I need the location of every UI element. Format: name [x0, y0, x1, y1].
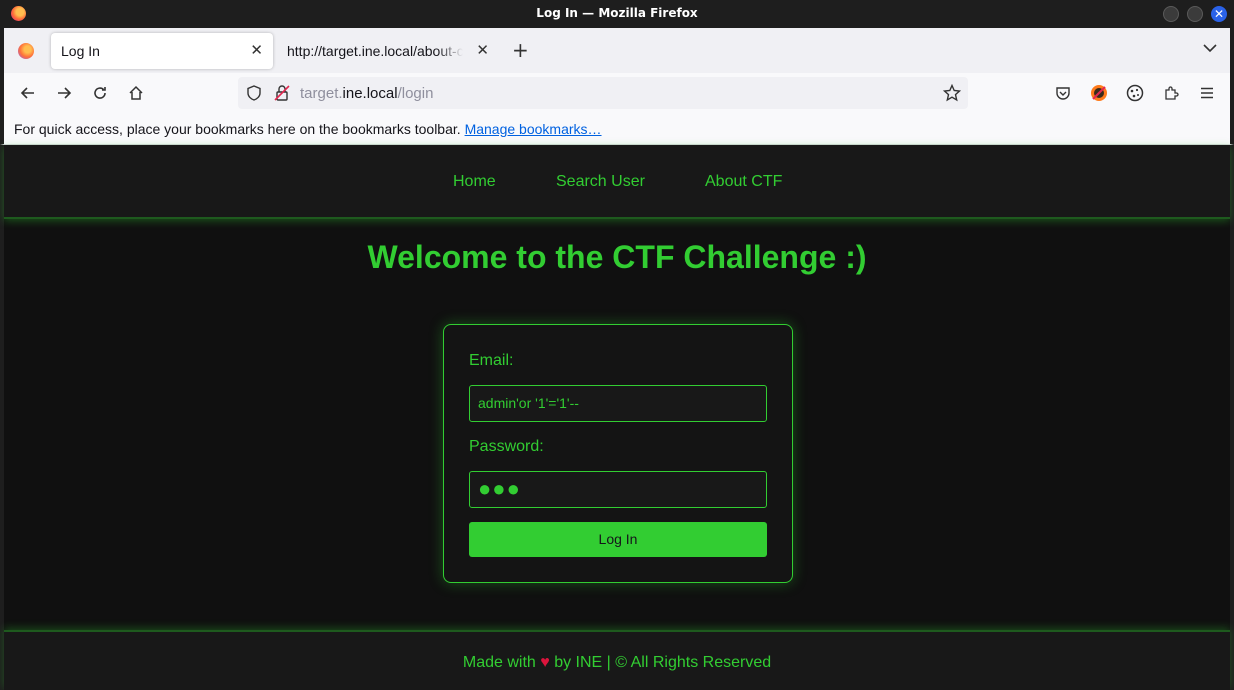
login-button[interactable]: Log In — [469, 522, 767, 557]
tab-label: Log In — [61, 43, 100, 59]
bookmarks-hint: For quick access, place your bookmarks h… — [14, 121, 602, 137]
manage-bookmarks-link[interactable]: Manage bookmarks… — [465, 121, 602, 137]
url-text[interactable]: target.ine.local/login — [300, 85, 433, 102]
password-input[interactable]: ●●● — [469, 471, 767, 508]
reload-icon[interactable] — [90, 83, 110, 103]
window-title: Log In — Mozilla Firefox — [536, 6, 698, 20]
home-icon[interactable] — [126, 83, 146, 103]
close-window-button[interactable]: ✕ — [1211, 6, 1227, 22]
maximize-button[interactable] — [1187, 6, 1203, 22]
chevron-down-icon[interactable] — [1202, 40, 1218, 56]
page-content: Home Search User About CTF Welcome to th… — [4, 145, 1230, 690]
shield-icon[interactable] — [246, 85, 262, 101]
extension-blocker-icon[interactable] — [1089, 83, 1109, 103]
insecure-lock-icon[interactable] — [274, 84, 290, 102]
tab-strip: Log In ✕ http://target.ine.local/about-c… — [0, 28, 1234, 73]
nav-link-home[interactable]: Home — [453, 173, 496, 191]
tab-label: http://target.ine.local/about-ctf — [287, 43, 463, 59]
tab-close-icon[interactable]: ✕ — [250, 41, 263, 59]
new-tab-icon[interactable]: + — [512, 40, 529, 60]
window-titlebar: Log In — Mozilla Firefox ✕ — [0, 0, 1234, 28]
email-label: Email: — [469, 352, 514, 369]
cookie-icon[interactable] — [1125, 83, 1145, 103]
login-form: Email: admin'or '1'='1'-- Password: ●●● … — [443, 324, 793, 583]
window-border-right — [1230, 145, 1234, 690]
extensions-puzzle-icon[interactable] — [1161, 83, 1181, 103]
hamburger-menu-icon[interactable] — [1197, 83, 1217, 103]
bookmark-star-icon[interactable] — [943, 84, 961, 102]
page-heading: Welcome to the CTF Challenge :) — [367, 239, 867, 275]
tab-about-ctf[interactable]: http://target.ine.local/about-ctf ✕ — [277, 33, 499, 69]
email-input[interactable]: admin'or '1'='1'-- — [469, 385, 767, 422]
site-navbar: Home Search User About CTF — [4, 145, 1230, 219]
site-footer: Made with ♥ by INE | © All Rights Reserv… — [4, 630, 1230, 690]
nav-link-search-user[interactable]: Search User — [556, 173, 645, 191]
back-icon[interactable] — [18, 83, 38, 103]
pocket-icon[interactable] — [1053, 83, 1073, 103]
forward-icon[interactable] — [54, 83, 74, 103]
nav-link-about-ctf[interactable]: About CTF — [705, 173, 782, 191]
heart-icon: ♥ — [540, 654, 550, 671]
tab-close-icon[interactable]: ✕ — [476, 41, 489, 59]
minimize-button[interactable] — [1163, 6, 1179, 22]
firefox-view-icon[interactable] — [18, 43, 34, 59]
bookmarks-toolbar: For quick access, place your bookmarks h… — [0, 113, 1234, 145]
footer-text: Made with ♥ by INE | © All Rights Reserv… — [462, 654, 772, 671]
tab-login[interactable]: Log In ✕ — [51, 33, 273, 69]
navigation-toolbar: target.ine.local/login — [0, 73, 1234, 113]
address-bar[interactable]: target.ine.local/login — [238, 77, 968, 109]
password-label: Password: — [469, 438, 544, 455]
